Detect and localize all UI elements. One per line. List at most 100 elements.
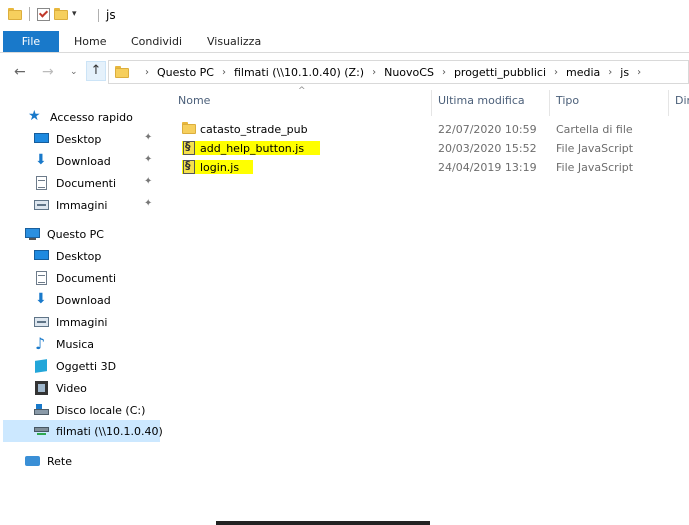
file-type: File JavaScript [556, 161, 634, 174]
sidebar-item-label: Documenti [56, 271, 117, 285]
up-arrow-icon[interactable]: ↑ [86, 61, 106, 81]
sidebar-item-label: Accesso rapido [50, 110, 133, 124]
js-file-icon [182, 140, 196, 155]
column-divider[interactable] [549, 90, 550, 116]
video-icon [34, 381, 50, 395]
file-modified: 24/04/2019 13:19 [438, 161, 537, 174]
file-modified: 22/07/2020 10:59 [438, 123, 537, 136]
sidebar-item-label: Download [56, 154, 111, 168]
new-folder-icon[interactable] [54, 8, 68, 20]
music-icon [34, 334, 50, 353]
file-name: catasto_strade_pub [200, 122, 308, 136]
breadcrumb-item[interactable]: media [566, 66, 600, 79]
chevron-right-icon[interactable]: › [145, 67, 149, 78]
file-row[interactable]: add_help_button.js 20/03/2020 15:52 File… [170, 139, 689, 158]
window-title: js [106, 8, 116, 22]
sort-ascending-icon: ^ [298, 86, 306, 96]
file-type: Cartella di file [556, 123, 633, 136]
file-modified: 20/03/2020 15:52 [438, 142, 537, 155]
chevron-right-icon[interactable]: › [608, 67, 612, 78]
customize-toolbar-dropdown-icon[interactable]: ▾ [72, 9, 77, 19]
sidebar-item-label: filmati (\\10.1.0.40) [56, 424, 163, 438]
tab-view[interactable]: Visualizza [207, 31, 261, 52]
back-arrow-icon[interactable]: ← [14, 64, 26, 80]
network-icon [25, 454, 41, 468]
tab-home[interactable]: Home [74, 31, 106, 52]
taskbar-edge [216, 521, 430, 525]
pin-icon: ✦ [144, 132, 153, 143]
column-header-name[interactable]: Nome [178, 94, 210, 114]
file-row[interactable]: login.js 24/04/2019 13:19 File JavaScrip… [170, 158, 689, 177]
column-header-size[interactable]: Dir [675, 94, 689, 114]
breadcrumb-item[interactable]: filmati (\\10.1.0.40) (Z:) [234, 66, 364, 79]
folder-icon [115, 66, 129, 78]
sidebar-item-label: Rete [47, 454, 72, 468]
pin-icon: ✦ [144, 198, 153, 209]
file-name: login.js [200, 160, 240, 174]
images-icon [34, 315, 50, 329]
address-bar[interactable]: › Questo PC › filmati (\\10.1.0.40) (Z:)… [108, 60, 689, 84]
column-header-type[interactable]: Tipo [556, 94, 579, 114]
breadcrumb-item[interactable]: js [620, 66, 629, 79]
column-header-modified[interactable]: Ultima modifica [438, 94, 525, 114]
properties-icon[interactable] [37, 7, 50, 21]
title-bar: ▾ js [0, 0, 689, 30]
download-icon [34, 152, 50, 168]
file-name: add_help_button.js [200, 141, 305, 155]
js-file-icon [182, 159, 196, 174]
forward-arrow-icon[interactable]: → [42, 64, 54, 80]
sidebar-item-label: Immagini [56, 198, 108, 212]
sidebar-item-label: Oggetti 3D [56, 359, 117, 373]
desktop-icon [34, 249, 50, 263]
documents-icon [34, 271, 50, 285]
breadcrumb-item[interactable]: Questo PC [157, 66, 214, 79]
sidebar-item-label: Desktop [56, 132, 102, 146]
breadcrumb-item[interactable]: NuovoCS [384, 66, 434, 79]
sidebar-item-network[interactable]: Rete [25, 450, 185, 472]
navigation-bar: ← → ⌄ ↑ › Questo PC › filmati (\\10.1.0.… [0, 57, 689, 87]
sidebar-item-label: Video [56, 381, 87, 395]
sidebar-item-label: Questo PC [47, 227, 104, 241]
desktop-icon [34, 132, 50, 146]
sidebar-item-label: Immagini [56, 315, 108, 329]
sidebar-item-label: Download [56, 293, 111, 307]
file-list: ^ Nome Ultima modifica Tipo Dir catasto_… [170, 86, 689, 525]
recent-locations-chevron-icon[interactable]: ⌄ [70, 67, 78, 77]
chevron-right-icon[interactable]: › [372, 67, 376, 78]
column-divider[interactable] [431, 90, 432, 116]
column-divider[interactable] [668, 90, 669, 116]
sidebar-item-this-pc[interactable]: Questo PC [25, 223, 185, 245]
navigation-pane: Accesso rapido Desktop ✦ Download ✦ Docu… [0, 90, 163, 525]
pin-icon: ✦ [144, 154, 153, 165]
sidebar-item-label: Musica [56, 337, 95, 351]
local-disk-icon [34, 403, 50, 417]
breadcrumb-item[interactable]: progetti_pubblici [454, 66, 546, 79]
chevron-right-icon[interactable]: › [637, 67, 641, 78]
tab-share[interactable]: Condividi [131, 31, 182, 52]
sidebar-item-label: Desktop [56, 249, 102, 263]
documents-icon [34, 176, 50, 190]
breadcrumb: › Questo PC › filmati (\\10.1.0.40) (Z:)… [137, 66, 649, 79]
download-icon [34, 291, 50, 307]
chevron-right-icon[interactable]: › [222, 67, 226, 78]
file-type: File JavaScript [556, 142, 634, 155]
folder-icon [182, 122, 196, 136]
3d-objects-icon [34, 359, 50, 373]
sidebar-item-quick-access[interactable]: Accesso rapido [28, 106, 188, 128]
chevron-right-icon[interactable]: › [442, 67, 446, 78]
sidebar-item-label: Disco locale (C:) [56, 403, 146, 417]
toolbar-separator [29, 7, 30, 21]
images-icon [34, 198, 50, 212]
file-row[interactable]: catasto_strade_pub 22/07/2020 10:59 Cart… [170, 120, 689, 139]
quick-access-toolbar: ▾ [8, 7, 77, 21]
pin-icon: ✦ [144, 176, 153, 187]
tab-file[interactable]: File [3, 31, 59, 52]
chevron-right-icon[interactable]: › [554, 67, 558, 78]
title-separator [98, 9, 99, 22]
sidebar-item-label: Documenti [56, 176, 117, 190]
pc-icon [25, 227, 41, 241]
ribbon-tabs: File Home Condividi Visualizza [0, 31, 689, 53]
folder-icon[interactable] [8, 8, 22, 20]
sidebar-item-network-drive[interactable]: filmati (\\10.1.0.40) [3, 420, 163, 442]
network-drive-icon [34, 424, 50, 438]
